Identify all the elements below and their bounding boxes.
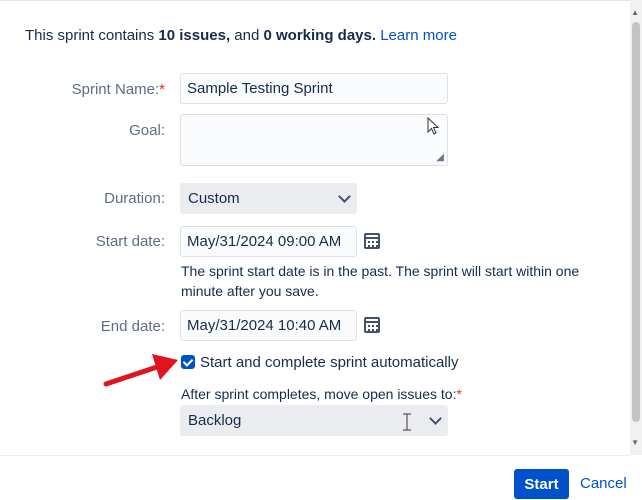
move-issues-label-text: After sprint completes, move open issues… xyxy=(181,386,457,402)
end-date-value: May/31/2024 10:40 AM xyxy=(187,317,342,334)
calendar-icon[interactable] xyxy=(364,233,380,249)
issue-count: 10 issues, xyxy=(158,27,231,44)
scroll-down-arrow-icon[interactable]: ▼ xyxy=(631,438,639,447)
calendar-icon[interactable] xyxy=(364,317,380,333)
vertical-scrollbar[interactable]: ▲ ▼ xyxy=(630,0,642,455)
summary-prefix: This sprint contains xyxy=(25,27,159,44)
required-marker: * xyxy=(456,386,462,402)
text-cursor-icon xyxy=(403,413,411,431)
dialog-top-border xyxy=(0,0,630,1)
scroll-thumb[interactable] xyxy=(632,22,640,422)
required-marker: * xyxy=(159,81,165,98)
sprint-name-value: Sample Testing Sprint xyxy=(187,80,333,97)
sprint-summary: This sprint contains 10 issues, and 0 wo… xyxy=(25,27,457,44)
start-date-label: Start date: xyxy=(95,233,165,250)
goal-label: Goal: xyxy=(129,122,165,139)
goal-textarea[interactable]: ◢ xyxy=(180,114,448,166)
move-issues-value: Backlog xyxy=(188,412,242,429)
sprint-name-input[interactable]: Sample Testing Sprint xyxy=(180,73,448,104)
start-date-value: May/31/2024 09:00 AM xyxy=(187,233,342,250)
end-date-label: End date: xyxy=(100,318,165,335)
auto-complete-checkbox[interactable] xyxy=(181,355,195,369)
sprint-name-label: Sprint Name:* xyxy=(25,81,165,98)
end-date-input[interactable]: May/31/2024 10:40 AM xyxy=(180,310,357,341)
duration-value: Custom xyxy=(188,190,240,207)
chevron-down-icon xyxy=(338,190,351,203)
move-issues-label: After sprint completes, move open issues… xyxy=(181,386,462,402)
mouse-pointer-icon xyxy=(427,117,440,135)
resize-handle-icon[interactable]: ◢ xyxy=(436,152,444,163)
duration-select[interactable]: Custom xyxy=(180,183,357,214)
auto-complete-label[interactable]: Start and complete sprint automatically xyxy=(200,354,458,371)
annotation-arrow-icon xyxy=(103,354,178,387)
learn-more-link[interactable]: Learn more xyxy=(380,27,457,44)
start-button[interactable]: Start xyxy=(514,469,569,499)
working-days: 0 working days. xyxy=(263,27,377,44)
summary-middle: and xyxy=(230,27,264,44)
footer-divider xyxy=(0,455,630,456)
scroll-up-arrow-icon[interactable]: ▲ xyxy=(631,8,639,17)
start-date-input[interactable]: May/31/2024 09:00 AM xyxy=(180,226,357,257)
cancel-button[interactable]: Cancel xyxy=(580,475,627,492)
duration-label: Duration: xyxy=(104,190,165,207)
start-date-help-text: The sprint start date is in the past. Th… xyxy=(181,263,580,299)
sprint-name-label-text: Sprint Name: xyxy=(71,81,160,98)
chevron-down-icon xyxy=(429,412,442,425)
